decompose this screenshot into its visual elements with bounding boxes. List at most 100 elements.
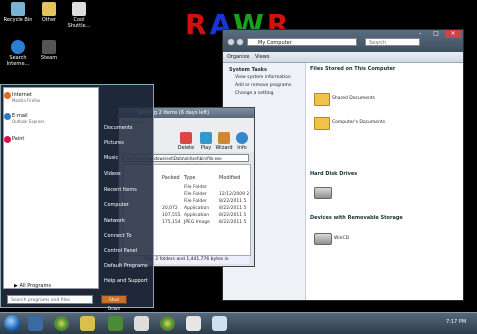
views-button[interactable]: Views (255, 54, 269, 60)
explorer-content: Files Stored on This Computer Shared Doc… (306, 63, 463, 300)
window-taskbar-icon[interactable] (186, 316, 201, 331)
minimize-button[interactable]: – (413, 30, 427, 38)
column-type[interactable]: Type (184, 175, 195, 181)
start-search-input[interactable]: Search programs and files (7, 295, 93, 304)
row-type: File Folder (184, 192, 207, 197)
row-type: Application (184, 213, 210, 218)
desktop-icon-shuttle[interactable]: Cool Shuttle... (64, 2, 94, 29)
desktop-icon-recycle-bin[interactable]: Recycle Bin (3, 2, 33, 23)
system-tasks-header: System Tasks (229, 67, 267, 73)
explorer-taskbar-icon[interactable] (28, 316, 43, 331)
delete-icon (180, 132, 192, 144)
hard-disk-header: Hard Disk Drives (310, 171, 358, 177)
shutdown-button[interactable]: Shut Down (101, 295, 127, 312)
desktop-icon-label: Recycle Bin (3, 17, 33, 23)
delete-button[interactable]: Delete (177, 132, 195, 151)
removable-storage-header: Devices with Removable Storage (310, 215, 403, 221)
folder-shared-documents[interactable]: Shared Documents (332, 96, 375, 101)
organize-button[interactable]: Organize (227, 54, 249, 60)
folder-computer-documents[interactable]: Computer's Documents (332, 120, 385, 125)
terminal-taskbar-icon[interactable] (108, 316, 123, 331)
row-modified: 8/22/2011 5 (219, 199, 247, 204)
folder-icon (42, 2, 56, 16)
taskbar: 7:17 PM (0, 312, 477, 334)
taskbar-clock[interactable]: 7:17 PM (446, 319, 466, 325)
paint-icon (4, 136, 11, 143)
info-button[interactable]: Info (233, 132, 251, 151)
email-icon (4, 113, 11, 120)
hard-drive-icon[interactable] (314, 187, 332, 199)
desktop-icon-other[interactable]: Other (34, 2, 64, 23)
steam-icon (42, 40, 56, 54)
forward-button[interactable] (236, 38, 244, 46)
start-menu-places: Documents Pictures Music Videos Recent I… (98, 87, 151, 287)
close-button[interactable]: × (445, 30, 461, 38)
address-bar[interactable]: My Computer (247, 38, 357, 46)
start-place-pictures[interactable]: Pictures (104, 140, 124, 146)
folder-icon[interactable] (314, 117, 330, 130)
ie-icon (11, 40, 25, 54)
start-place-computer[interactable]: Computer (104, 202, 129, 208)
desktop-icon-label: Steam (40, 55, 58, 61)
start-place-control-panel[interactable]: Control Panel (104, 248, 137, 254)
desktop-icon-steam[interactable]: Steam (34, 40, 64, 61)
start-menu: Internet Mozilla Firefox E-mail Outlook Ex… (0, 84, 154, 312)
desktop-icon-label: Other (41, 17, 57, 23)
row-type: JPEG Image (184, 220, 210, 225)
desktop-icon-label: Search Interne... (6, 55, 30, 67)
start-place-default-programs[interactable]: Default Programs (104, 263, 148, 269)
chrome-taskbar-icon[interactable] (54, 316, 69, 331)
explorer-toolbar: Organize Views (223, 52, 463, 63)
wizard-icon (218, 132, 230, 144)
firefox-icon (4, 92, 11, 99)
shortcut-icon (72, 2, 86, 16)
start-menu-programs: Internet Mozilla Firefox E-mail Outlook Ex… (3, 87, 99, 289)
recycle-bin-icon (11, 2, 25, 16)
start-orb-button[interactable] (4, 315, 21, 332)
start-item-email[interactable]: E-mail Outlook Express (4, 113, 44, 125)
row-type: Application (184, 206, 210, 211)
play-button[interactable]: Play (197, 132, 215, 151)
start-place-videos[interactable]: Videos (104, 171, 121, 177)
task-view-system-info[interactable]: View system information (235, 75, 291, 80)
play-icon (200, 132, 212, 144)
desktop-icon-label: Cool Shuttle... (67, 17, 91, 29)
column-modified[interactable]: Modified (219, 175, 240, 181)
folder-taskbar-icon[interactable] (212, 316, 227, 331)
info-icon (236, 132, 248, 144)
maximize-button[interactable]: □ (429, 30, 443, 38)
start-place-network[interactable]: Network (104, 218, 125, 224)
row-type: File Folder (184, 199, 207, 204)
row-type: File Folder (184, 185, 207, 190)
chrome-taskbar-icon-2[interactable] (160, 316, 175, 331)
start-item-paint[interactable]: Paint (4, 136, 24, 143)
app-taskbar-icon[interactable] (80, 316, 95, 331)
start-item-internet[interactable]: Internet Mozilla Firefox (4, 92, 40, 104)
my-computer-window: – □ × My Computer Search Organize Views … (222, 29, 464, 301)
start-place-connect[interactable]: Connect To (104, 233, 132, 239)
files-stored-header: Files Stored on This Computer (310, 66, 396, 72)
window-titlebar[interactable]: – □ × My Computer Search (223, 30, 463, 52)
back-button[interactable] (227, 38, 235, 46)
start-place-help[interactable]: Help and Support (104, 278, 148, 284)
row-modified: 8/22/2011 5 (219, 220, 247, 225)
row-modified: 8/22/2011 5 (219, 213, 247, 218)
row-packed: 175,154 (162, 220, 181, 225)
start-place-music[interactable]: Music (104, 155, 118, 161)
task-change-setting[interactable]: Change a setting (235, 91, 273, 96)
search-input[interactable]: Search (365, 38, 420, 46)
task-add-remove-programs[interactable]: Add or remove programs (235, 83, 291, 88)
all-programs-button[interactable]: ▶ All Programs (14, 283, 51, 289)
folder-icon[interactable] (314, 93, 330, 106)
start-place-recent[interactable]: Recent Items (104, 187, 137, 193)
column-packed[interactable]: Packed (162, 175, 180, 181)
row-packed: 107,555 (162, 213, 181, 218)
row-packed: 20,072 (162, 206, 178, 211)
row-modified: 12/12/2009 2 (219, 192, 250, 197)
cd-drive-icon[interactable] (314, 233, 332, 245)
cd-drive-label[interactable]: WinCD (334, 236, 349, 241)
flag-taskbar-icon[interactable] (134, 316, 149, 331)
desktop-icon-internet-explorer[interactable]: Search Interne... (3, 40, 33, 67)
wizard-button[interactable]: Wizard (215, 132, 233, 151)
start-place-documents[interactable]: Documents (104, 125, 133, 131)
